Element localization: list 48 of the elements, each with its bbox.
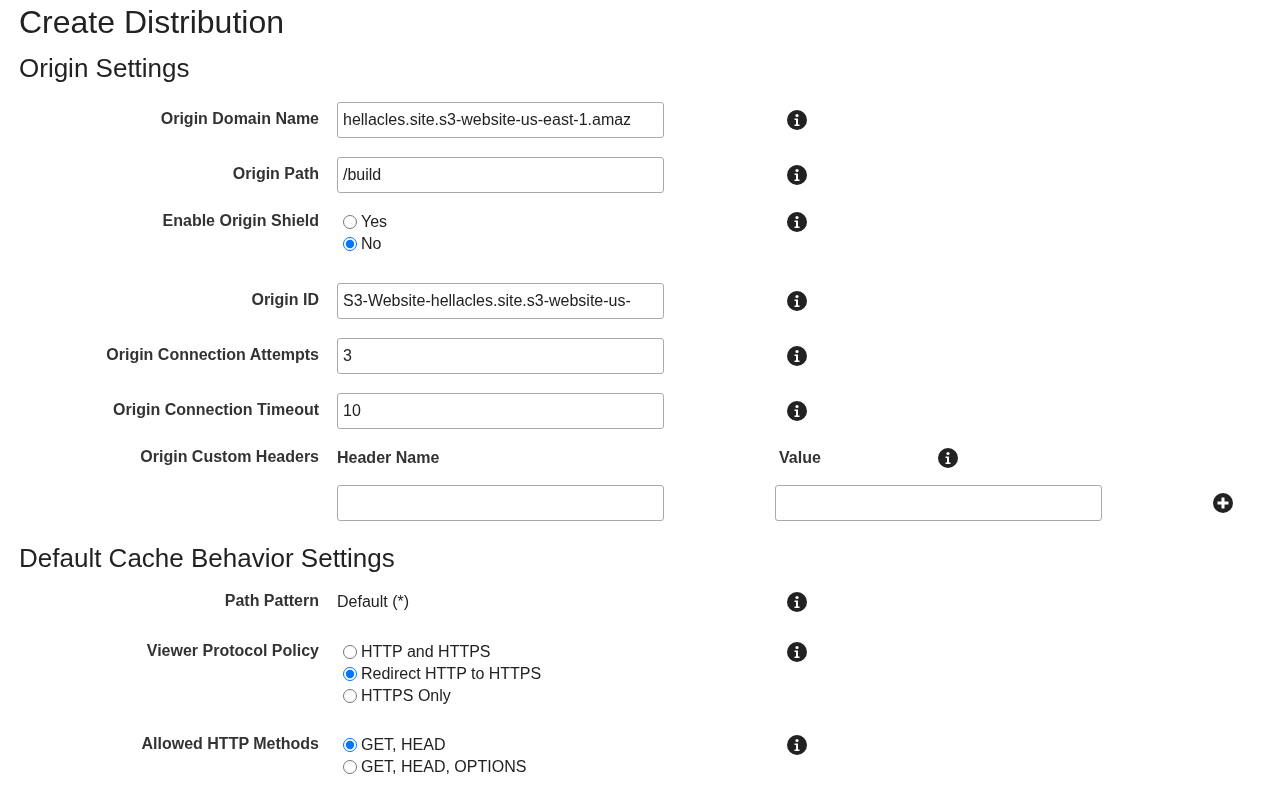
page-title: Create Distribution: [19, 4, 285, 41]
info-icon[interactable]: [787, 401, 807, 421]
info-icon[interactable]: [787, 165, 807, 185]
field-label: Origin Domain Name: [159, 109, 319, 129]
info-icon[interactable]: [787, 212, 807, 232]
radio-label: HTTPS Only: [361, 686, 451, 705]
radio-button[interactable]: [343, 737, 357, 752]
radio-button[interactable]: [343, 214, 357, 229]
radio-button[interactable]: [343, 666, 357, 681]
info-icon[interactable]: [938, 448, 958, 468]
column-header: Header Name: [337, 449, 441, 467]
radio-button[interactable]: [343, 644, 357, 659]
section-heading: Origin Settings: [19, 53, 191, 84]
info-icon[interactable]: [787, 735, 807, 755]
field-label: Origin Connection Timeout: [112, 400, 319, 420]
radio-button[interactable]: [343, 759, 357, 774]
text-field[interactable]: 10: [337, 393, 664, 429]
radio-button[interactable]: [343, 688, 357, 703]
radio-button[interactable]: [343, 236, 357, 251]
header-name-field[interactable]: [337, 485, 664, 521]
radio-label: GET, HEAD, OPTIONS: [361, 757, 527, 776]
text-field[interactable]: 3: [337, 338, 664, 374]
radio-label: No: [361, 234, 382, 253]
field-label: Origin Custom Headers: [139, 448, 319, 467]
field-label: Origin Path: [231, 164, 319, 184]
section-heading: Default Cache Behavior Settings: [19, 543, 396, 574]
field-label: Viewer Protocol Policy: [145, 642, 319, 661]
field-value: Default (*): [337, 592, 410, 611]
text-field[interactable]: /build: [337, 157, 664, 193]
info-icon[interactable]: [787, 346, 807, 366]
field-label: Path Pattern: [223, 592, 319, 611]
radio-label: Redirect HTTP to HTTPS: [361, 664, 542, 683]
text-field[interactable]: hellacles.site.s3-website-us-east-1.amaz: [337, 102, 664, 138]
add-icon[interactable]: [1213, 493, 1233, 513]
column-header: Value: [779, 449, 822, 467]
text-field[interactable]: S3-Website-hellacles.site.s3-website-us-: [337, 283, 664, 319]
header-value-field[interactable]: [775, 485, 1102, 521]
radio-label: GET, HEAD: [361, 735, 446, 754]
field-label: Allowed HTTP Methods: [140, 735, 319, 754]
info-icon[interactable]: [787, 291, 807, 311]
field-label: Origin ID: [250, 290, 319, 310]
info-icon[interactable]: [787, 110, 807, 130]
field-label: Origin Connection Attempts: [105, 345, 319, 365]
info-icon[interactable]: [787, 592, 807, 612]
info-icon[interactable]: [787, 642, 807, 662]
field-label: Enable Origin Shield: [161, 212, 319, 231]
radio-label: Yes: [361, 212, 388, 231]
radio-label: HTTP and HTTPS: [361, 642, 491, 661]
